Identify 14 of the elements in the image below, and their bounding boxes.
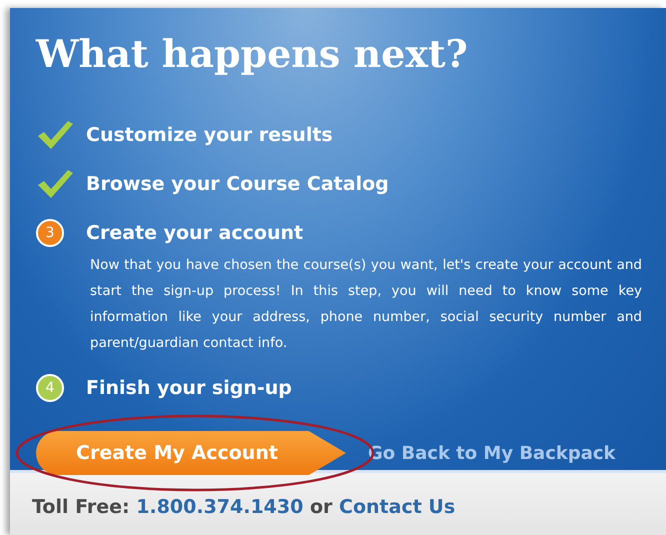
page-title: What happens next? [36,30,469,78]
toll-free-text: Toll Free: 1.800.374.1430 or Contact Us [32,495,456,520]
step-description: Now that you have chosen the course(s) you want, let's create your account and start the sign-up process! In this step, you will need to know some key information like your address, phone number, social security number and parent/guardian contact info. [90,256,642,353]
phone-link[interactable]: 1.800.374.1430 [136,496,304,518]
step-number: 4 [36,374,64,402]
step-title: Finish your sign-up [86,376,292,401]
step-title: Browse your Course Catalog [86,172,389,197]
step-number: 3 [36,219,64,247]
contact-us-link[interactable]: Contact Us [339,496,456,518]
check-icon [36,119,74,151]
step-title: Customize your results [86,122,333,148]
check-icon [36,168,74,200]
create-account-button[interactable]: Create My Account [36,431,346,475]
step-title: Create your account [86,220,304,246]
